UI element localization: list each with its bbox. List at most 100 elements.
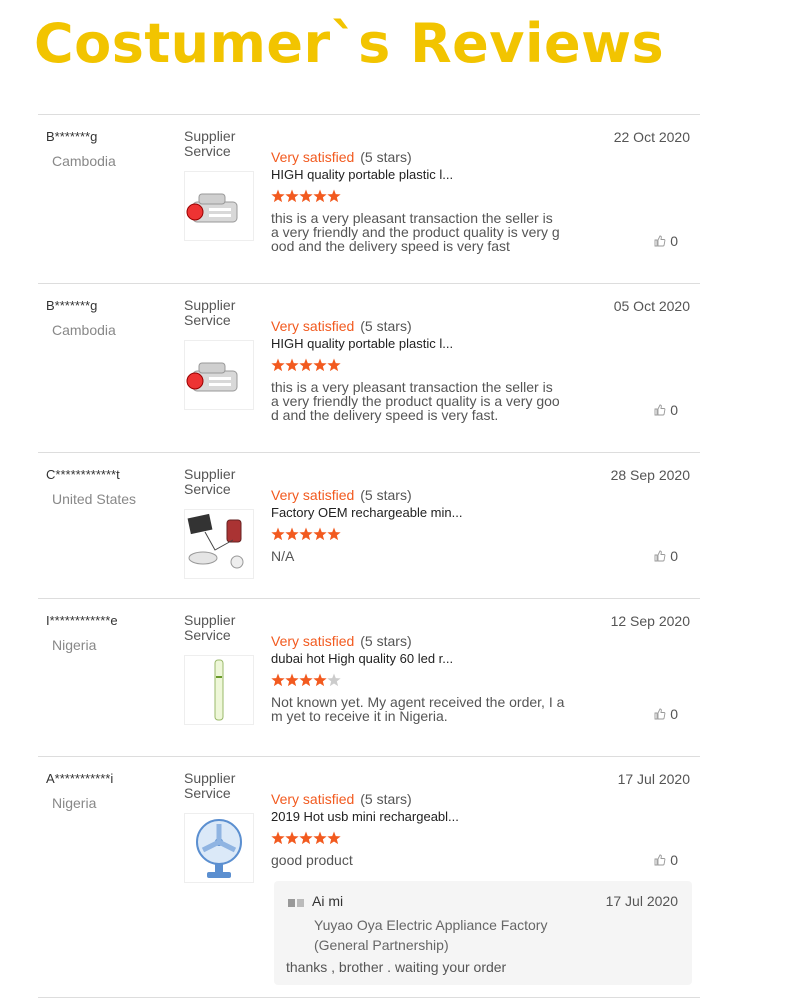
rating-text: Very satisfied: [271, 487, 355, 503]
rating-summary: Very satisfied (5 stars): [271, 318, 412, 334]
thumbs-up-icon: [654, 708, 666, 720]
supplier-service-label: Supplier Service: [184, 128, 236, 159]
star-filled-icon: [327, 189, 341, 203]
rating-count: (5 stars): [360, 149, 412, 165]
supplier-service-label: Supplier Service: [184, 770, 236, 801]
flashlight-icon: [186, 362, 238, 392]
reviewer-country: Nigeria: [52, 637, 97, 653]
star-filled-icon: [271, 358, 285, 372]
rating-summary: Very satisfied (5 stars): [271, 633, 412, 649]
like-count: 0: [670, 402, 678, 418]
reviewer-name: I************e: [46, 613, 118, 628]
reply-author: Ai mi: [312, 893, 344, 909]
product-title-link[interactable]: Factory OEM rechargeable min...: [271, 505, 462, 520]
stars-icon: [271, 358, 341, 372]
star-filled-icon: [271, 831, 285, 845]
star-filled-icon: [313, 673, 327, 687]
thumbs-up-icon: [654, 550, 666, 562]
like-count: 0: [670, 233, 678, 249]
rating-text: Very satisfied: [271, 633, 355, 649]
review-item: I************e Nigeria Supplier Service 1…: [38, 599, 700, 757]
star-filled-icon: [285, 831, 299, 845]
rating-summary: Very satisfied (5 stars): [271, 487, 412, 503]
star-filled-icon: [299, 527, 313, 541]
star-rating: [271, 831, 343, 845]
supplier-reply: Ai mi 17 Jul 2020 Yuyao Oya Electric App…: [274, 881, 692, 985]
star-filled-icon: [299, 189, 313, 203]
product-title-link[interactable]: dubai hot High quality 60 led r...: [271, 651, 453, 666]
product-thumbnail[interactable]: [184, 813, 254, 883]
supplier-logo-icon: [288, 899, 304, 907]
supplier-service-label: Supplier Service: [184, 612, 236, 643]
product-thumbnail[interactable]: [184, 171, 254, 241]
flashlight-icon: [186, 193, 238, 223]
star-filled-icon: [299, 673, 313, 687]
review-item: B*******g Cambodia Supplier Service 05 Oc…: [38, 284, 700, 453]
supplier-service-label: Supplier Service: [184, 297, 236, 328]
stars-icon: [271, 673, 341, 687]
like-button[interactable]: 0: [654, 548, 678, 564]
star-filled-icon: [271, 527, 285, 541]
rating-text: Very satisfied: [271, 149, 355, 165]
review-item: A***********i Nigeria Supplier Service 17…: [38, 757, 700, 998]
reviewer-name: A***********i: [46, 771, 114, 786]
star-rating: [271, 358, 343, 372]
supplier-service-label: Supplier Service: [184, 466, 236, 497]
reviewer-country: United States: [52, 491, 137, 507]
star-empty-icon: [327, 673, 341, 687]
star-filled-icon: [285, 189, 299, 203]
thumbs-up-icon: [654, 404, 666, 416]
star-filled-icon: [327, 358, 341, 372]
solar-kit-icon: [187, 513, 244, 569]
like-count: 0: [670, 548, 678, 564]
star-filled-icon: [299, 358, 313, 372]
rating-count: (5 stars): [360, 633, 412, 649]
star-filled-icon: [271, 673, 285, 687]
rating-count: (5 stars): [360, 487, 412, 503]
review-text: this is a very pleasant transaction the …: [271, 210, 560, 254]
rating-summary: Very satisfied (5 stars): [271, 149, 412, 165]
rating-summary: Very satisfied (5 stars): [271, 791, 412, 807]
review-date: 28 Sep 2020: [610, 467, 690, 483]
reviewer-name: B*******g: [46, 298, 98, 313]
like-button[interactable]: 0: [654, 852, 678, 868]
star-filled-icon: [313, 527, 327, 541]
reviewer-country: Cambodia: [52, 322, 116, 338]
page-title: Costumer`s Reviews: [34, 12, 665, 75]
review-date: 12 Sep 2020: [610, 613, 690, 629]
like-button[interactable]: 0: [654, 706, 678, 722]
product-thumbnail[interactable]: [184, 655, 254, 725]
star-filled-icon: [271, 189, 285, 203]
product-thumbnail[interactable]: [184, 340, 254, 410]
star-rating: [271, 189, 343, 203]
review-text: this is a very pleasant transaction the …: [271, 379, 560, 423]
rating-text: Very satisfied: [271, 791, 355, 807]
like-button[interactable]: 0: [654, 233, 678, 249]
star-rating: [271, 673, 343, 687]
rating-count: (5 stars): [360, 791, 412, 807]
reviewer-name: C************t: [46, 467, 120, 482]
like-count: 0: [670, 852, 678, 868]
review-date: 22 Oct 2020: [613, 129, 690, 145]
star-filled-icon: [327, 527, 341, 541]
reviewer-country: Nigeria: [52, 795, 97, 811]
review-text: Not known yet. My agent received the ord…: [271, 694, 565, 724]
star-filled-icon: [327, 831, 341, 845]
product-title-link[interactable]: HIGH quality portable plastic l...: [271, 336, 453, 351]
review-text: good product: [271, 852, 353, 868]
reviewer-country: Cambodia: [52, 153, 116, 169]
product-thumbnail[interactable]: [184, 509, 254, 579]
star-filled-icon: [285, 673, 299, 687]
stars-icon: [271, 527, 341, 541]
review-item: C************t United States Supplier Ser…: [38, 453, 700, 599]
star-rating: [271, 527, 343, 541]
review-date: 17 Jul 2020: [617, 771, 690, 787]
thumbs-up-icon: [654, 235, 666, 247]
stars-icon: [271, 831, 341, 845]
star-filled-icon: [313, 831, 327, 845]
product-title-link[interactable]: HIGH quality portable plastic l...: [271, 167, 453, 182]
product-title-link[interactable]: 2019 Hot usb mini rechargeabl...: [271, 809, 459, 824]
star-filled-icon: [313, 189, 327, 203]
review-item: B*******g Cambodia Supplier Service 22 Oc…: [38, 115, 700, 284]
like-button[interactable]: 0: [654, 402, 678, 418]
